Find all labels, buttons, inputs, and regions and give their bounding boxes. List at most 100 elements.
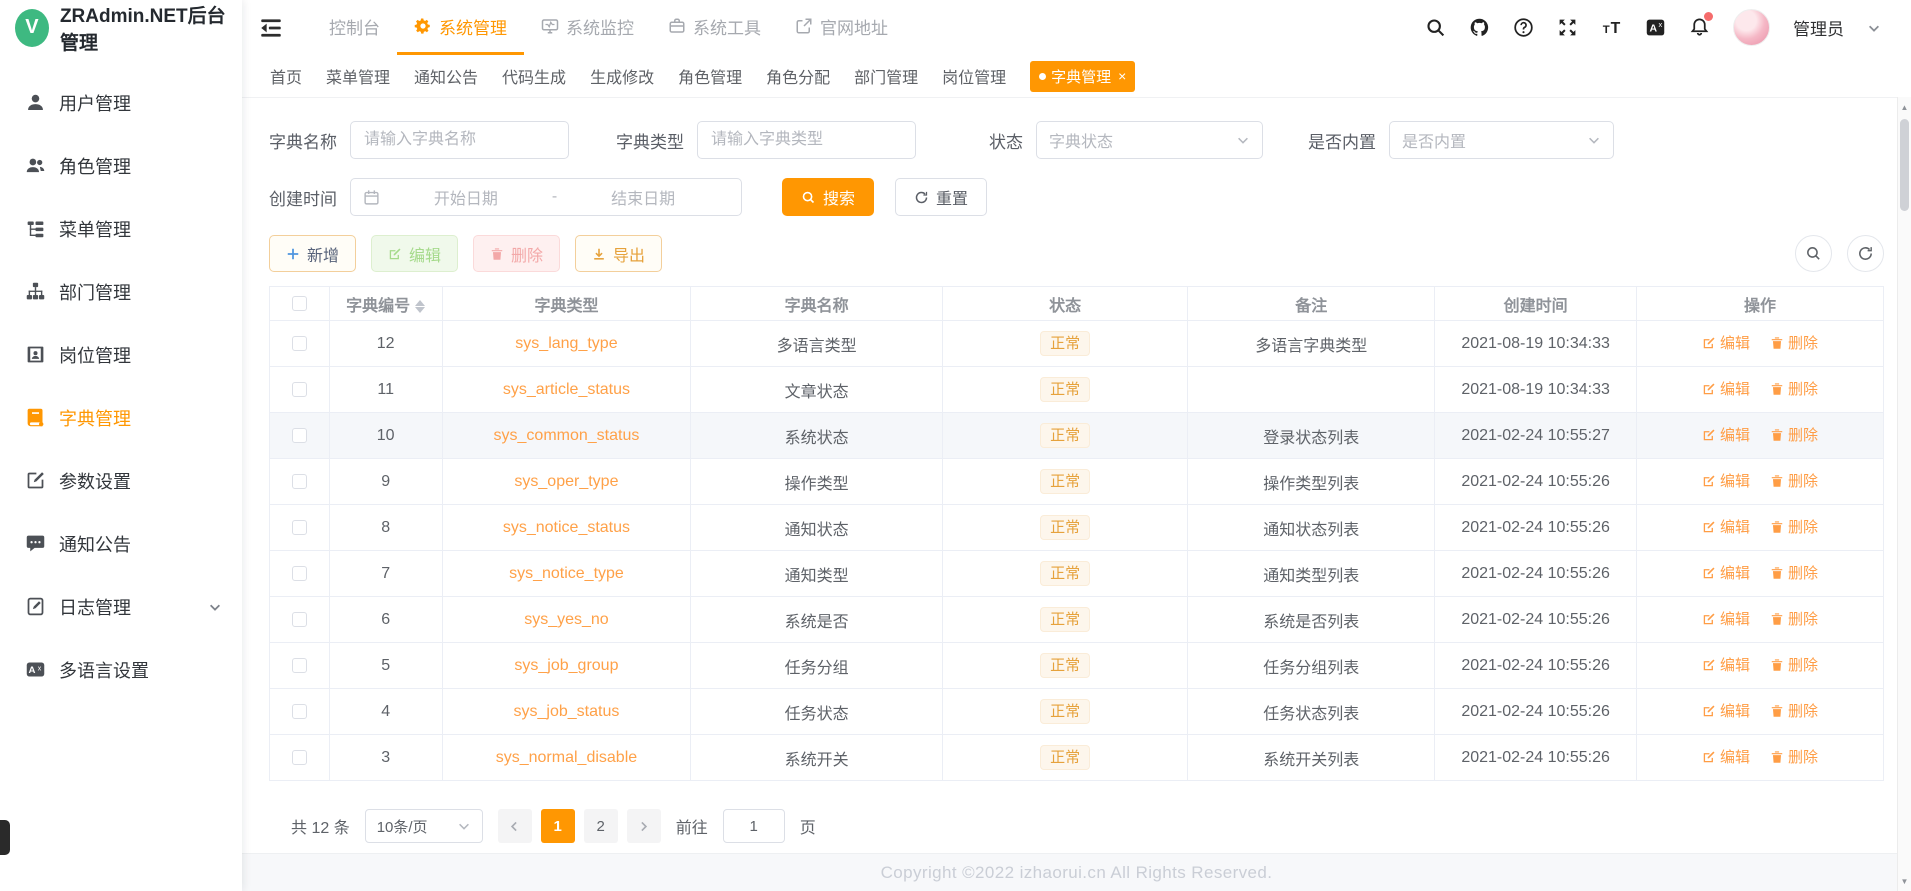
font-size-icon[interactable]: TT — [1601, 17, 1622, 38]
edit-row-button[interactable]: 编辑 — [1702, 654, 1750, 675]
sidebar-item-posts[interactable]: 岗位管理 — [0, 323, 242, 386]
sidebar-item-notices[interactable]: 通知公告 — [0, 512, 242, 575]
edit-row-button[interactable]: 编辑 — [1702, 746, 1750, 767]
sidebar-item-departments[interactable]: 部门管理 — [0, 260, 242, 323]
scroll-up-icon[interactable]: ▲ — [1898, 99, 1911, 115]
date-range-picker[interactable]: 开始日期 - 结束日期 — [350, 178, 742, 216]
edit-row-button[interactable]: 编辑 — [1702, 516, 1750, 537]
select-all-checkbox[interactable] — [291, 295, 307, 311]
delete-row-button[interactable]: 删除 — [1770, 470, 1818, 491]
dict-type-link[interactable]: sys_notice_type — [509, 565, 624, 582]
delete-row-button[interactable]: 删除 — [1770, 332, 1818, 353]
refresh-table-button[interactable] — [1847, 235, 1884, 272]
app-logo[interactable]: V ZRAdmin.NET后台管理 — [0, 0, 242, 55]
scrollbar-thumb[interactable] — [1900, 119, 1909, 211]
delete-row-button[interactable]: 删除 — [1770, 516, 1818, 537]
delete-button[interactable]: 删除 — [473, 235, 561, 272]
github-icon[interactable] — [1469, 17, 1490, 38]
sidebar-item-parameters[interactable]: 参数设置 — [0, 449, 242, 512]
translate-icon[interactable]: Ax — [1645, 17, 1666, 38]
nav-item-system-tools[interactable]: 系统工具 — [651, 0, 778, 55]
dict-type-link[interactable]: sys_job_group — [514, 657, 618, 674]
builtin-select[interactable]: 是否内置 — [1389, 121, 1614, 159]
add-button[interactable]: 新增 — [269, 235, 357, 272]
tab-item[interactable]: 首页 — [270, 64, 302, 88]
user-menu-chevron-icon[interactable] — [1867, 21, 1881, 35]
dict-type-link[interactable]: sys_notice_status — [503, 519, 630, 536]
sidebar-item-roles[interactable]: 角色管理 — [0, 134, 242, 197]
row-checkbox[interactable] — [291, 611, 307, 627]
dict-type-link[interactable]: sys_lang_type — [515, 335, 617, 352]
dict-type-input[interactable] — [697, 121, 916, 159]
edit-row-button[interactable]: 编辑 — [1702, 608, 1750, 629]
reset-button[interactable]: 重置 — [895, 178, 988, 216]
row-checkbox[interactable] — [291, 657, 307, 673]
sort-icon[interactable] — [415, 299, 426, 313]
export-button[interactable]: 导出 — [575, 235, 663, 272]
tab-active[interactable]: 字典管理 × — [1030, 60, 1136, 92]
side-drawer-handle[interactable] — [0, 820, 10, 855]
dict-type-link[interactable]: sys_oper_type — [514, 473, 618, 490]
edit-row-button[interactable]: 编辑 — [1702, 700, 1750, 721]
row-checkbox[interactable] — [291, 703, 307, 719]
row-checkbox[interactable] — [291, 519, 307, 535]
edit-row-button[interactable]: 编辑 — [1702, 470, 1750, 491]
scroll-down-icon[interactable]: ▼ — [1898, 873, 1911, 889]
sidebar-collapse-icon[interactable] — [258, 15, 284, 41]
sidebar-item-i18n[interactable]: Ax 多语言设置 — [0, 638, 242, 701]
delete-row-button[interactable]: 删除 — [1770, 378, 1818, 399]
dict-type-link[interactable]: sys_job_status — [514, 703, 620, 720]
nav-item-system-monitor[interactable]: 系统监控 — [524, 0, 651, 55]
page-size-select[interactable]: 10条/页 — [364, 809, 483, 843]
edit-row-button[interactable]: 编辑 — [1702, 562, 1750, 583]
edit-row-button[interactable]: 编辑 — [1702, 424, 1750, 445]
notification-bell[interactable] — [1689, 11, 1713, 41]
search-icon[interactable] — [1425, 17, 1446, 38]
vertical-scrollbar[interactable]: ▲ ▼ — [1897, 97, 1911, 891]
tab-item[interactable]: 生成修改 — [590, 64, 654, 88]
dict-type-link[interactable]: sys_article_status — [503, 381, 630, 398]
user-avatar[interactable] — [1733, 9, 1770, 46]
row-checkbox[interactable] — [291, 565, 307, 581]
dict-type-link[interactable]: sys_normal_disable — [496, 749, 637, 766]
dict-type-link[interactable]: sys_yes_no — [524, 611, 609, 628]
edit-button[interactable]: 编辑 — [371, 235, 459, 272]
sidebar-item-logs[interactable]: 日志管理 — [0, 575, 242, 638]
row-checkbox[interactable] — [291, 473, 307, 489]
row-checkbox[interactable] — [291, 749, 307, 765]
col-dict-id[interactable]: 字典编号 — [328, 286, 443, 321]
delete-row-button[interactable]: 删除 — [1770, 562, 1818, 583]
status-select[interactable]: 字典状态 — [1036, 121, 1263, 159]
close-tab-icon[interactable]: × — [1118, 68, 1126, 84]
edit-row-button[interactable]: 编辑 — [1702, 378, 1750, 399]
nav-item-console[interactable]: 控制台 — [312, 0, 397, 55]
nav-item-system-management[interactable]: 系统管理 — [397, 0, 524, 55]
delete-row-button[interactable]: 删除 — [1770, 424, 1818, 445]
dict-type-link[interactable]: sys_common_status — [494, 427, 640, 444]
tab-item[interactable]: 部门管理 — [854, 64, 918, 88]
tab-item[interactable]: 角色分配 — [766, 64, 830, 88]
prev-page-button[interactable] — [497, 809, 532, 843]
tab-item[interactable]: 代码生成 — [502, 64, 566, 88]
tab-item[interactable]: 角色管理 — [678, 64, 742, 88]
tab-item[interactable]: 菜单管理 — [326, 64, 390, 88]
sidebar-item-dictionary[interactable]: 字典管理 — [0, 386, 242, 449]
edit-row-button[interactable]: 编辑 — [1702, 332, 1750, 353]
nav-item-website[interactable]: 官网地址 — [778, 0, 905, 55]
sidebar-item-menus[interactable]: 菜单管理 — [0, 197, 242, 260]
delete-row-button[interactable]: 删除 — [1770, 700, 1818, 721]
page-number-button[interactable]: 2 — [583, 809, 618, 843]
sidebar-item-users[interactable]: 用户管理 — [0, 71, 242, 134]
delete-row-button[interactable]: 删除 — [1770, 608, 1818, 629]
next-page-button[interactable] — [626, 809, 661, 843]
tab-item[interactable]: 通知公告 — [414, 64, 478, 88]
toggle-search-button[interactable] — [1795, 235, 1832, 272]
goto-page-input[interactable] — [722, 809, 785, 843]
tab-item[interactable]: 岗位管理 — [942, 64, 1006, 88]
page-number-button[interactable]: 1 — [540, 809, 575, 843]
row-checkbox[interactable] — [291, 335, 307, 351]
help-icon[interactable] — [1513, 17, 1534, 38]
dict-name-input[interactable] — [350, 121, 569, 159]
search-button[interactable]: 搜索 — [782, 178, 875, 216]
delete-row-button[interactable]: 删除 — [1770, 746, 1818, 767]
